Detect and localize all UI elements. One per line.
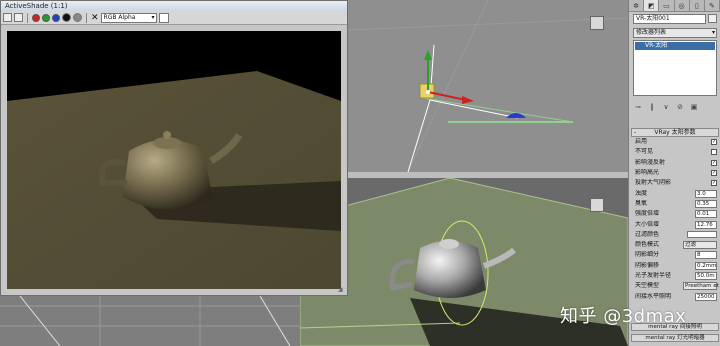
param-checkbox[interactable]: ✓ <box>711 170 717 177</box>
activeshade-toolbar: ✕ RGB Alpha <box>1 11 347 25</box>
param-spinner[interactable]: 8 <box>695 251 717 260</box>
mono-display-icon[interactable] <box>73 13 82 22</box>
param-row: 阴影细分 8 <box>631 250 719 260</box>
left-bottom-viewport[interactable] <box>0 296 300 346</box>
param-spinner[interactable]: 3.0 <box>695 189 717 198</box>
param-color-swatch[interactable] <box>687 231 717 239</box>
teapot-body <box>414 240 486 298</box>
object-name-field[interactable]: VR-太阳001 <box>633 14 706 24</box>
activeshade-window[interactable]: ActiveShade (1:1) ✕ RGB Alpha ▾ ◢ <box>0 0 348 296</box>
watermark: 知乎 @3dmax <box>560 306 687 327</box>
copy-icon[interactable] <box>14 13 23 22</box>
param-label: 大小倍增 <box>635 220 660 228</box>
param-spinner[interactable]: 50.0m <box>695 272 717 280</box>
activeshade-render <box>7 31 341 289</box>
modify-tab[interactable]: ◩ <box>644 0 660 11</box>
param-label: 天空模型 <box>635 282 660 290</box>
param-label: 投射大气阴影 <box>635 179 672 187</box>
rollout-mr-shader[interactable]: mental ray 灯光明暗器 <box>631 334 719 342</box>
vray-sun-rollout: VRay 太阳参数 启用✓不可见影响漫反射✓影响高光✓投射大气阴影✓浊度3.0臭… <box>631 128 719 302</box>
command-panel-tabs: ✲ ◩ ▭ ◎ ▯ ✎ <box>629 0 720 12</box>
param-row: 间接水平照明 25000 <box>631 291 719 301</box>
param-label: 间接水平照明 <box>635 292 672 300</box>
top-viewport-scene <box>348 0 628 172</box>
stack-toolbar: ⊸ ‖ ∨ ⊘ ▣ <box>633 102 717 112</box>
pin-stack-icon[interactable]: ⊸ <box>633 102 643 112</box>
param-row: 光子发射半径 50.0m <box>631 271 719 281</box>
param-dropdown[interactable]: 过滤 <box>683 241 717 250</box>
display-tab[interactable]: ▯ <box>690 0 705 11</box>
param-label: 影响高光 <box>635 169 660 177</box>
hierarchy-tab[interactable]: ▭ <box>659 0 675 11</box>
param-label: 阴影偏移 <box>635 261 660 269</box>
object-name-row: VR-太阳001 <box>633 14 717 24</box>
clear-icon[interactable]: ✕ <box>91 13 99 23</box>
background-color-swatch[interactable] <box>158 12 169 23</box>
show-end-result-icon[interactable]: ‖ <box>647 102 657 112</box>
param-row: 大小倍增 12.76 <box>631 219 719 229</box>
modifier-stack: VR-太阳 <box>633 40 717 96</box>
param-row: 不可见 <box>631 147 719 157</box>
param-label: 光子发射半径 <box>635 272 672 279</box>
param-label: 臭氧 <box>635 199 648 207</box>
command-panel: ✲ ◩ ▭ ◎ ▯ ✎ VR-太阳001 修改器列表 VR-太阳 ⊸ ‖ ∨ ⊘… <box>628 0 720 346</box>
param-row: 颜色模式 过滤 <box>631 240 719 250</box>
blue-channel-toggle[interactable] <box>52 13 60 22</box>
param-checkbox[interactable]: ✓ <box>711 180 717 187</box>
viewcube-top[interactable] <box>590 16 604 30</box>
param-row: 影响漫反射 ✓ <box>631 158 719 168</box>
toolbar-separator <box>27 12 28 23</box>
param-spinner[interactable]: 0.2mm <box>695 261 717 270</box>
param-row: 过滤颜色 <box>631 230 719 240</box>
param-label: 阴影细分 <box>635 251 660 259</box>
left-bottom-viewport-grid <box>0 296 300 346</box>
param-dropdown[interactable]: Preetham et <box>683 282 719 291</box>
create-tab[interactable]: ✲ <box>629 0 645 11</box>
param-row: 投射大气阴影 ✓ <box>631 178 719 188</box>
param-spinner[interactable]: 25000 <box>695 292 717 301</box>
param-checkbox[interactable]: ✓ <box>711 159 717 166</box>
render-scene <box>7 31 341 289</box>
param-checkbox[interactable] <box>711 149 717 156</box>
red-channel-toggle[interactable] <box>32 13 40 22</box>
param-spinner[interactable]: 0.35 <box>695 199 717 208</box>
save-icon[interactable] <box>3 13 12 22</box>
make-unique-icon[interactable]: ∨ <box>661 102 671 112</box>
param-label: 影响漫反射 <box>635 158 666 166</box>
resize-grip-icon[interactable]: ◢ <box>338 286 346 294</box>
configure-sets-icon[interactable]: ▣ <box>689 102 699 112</box>
param-row: 臭氧 0.35 <box>631 199 719 209</box>
param-row: 影响高光 ✓ <box>631 168 719 178</box>
param-label: 强度倍增 <box>635 210 660 218</box>
alpha-display-icon[interactable] <box>62 13 71 22</box>
activeshade-title[interactable]: ActiveShade (1:1) <box>1 1 347 11</box>
param-row: 浊度 3.0 <box>631 188 719 198</box>
utilities-tab[interactable]: ✎ <box>705 0 720 11</box>
param-label: 不可见 <box>635 148 654 156</box>
param-checkbox[interactable]: ✓ <box>711 139 717 146</box>
stack-item-vray-sun[interactable]: VR-太阳 <box>635 42 715 50</box>
param-row: 阴影偏移 0.2mm <box>631 261 719 271</box>
param-spinner[interactable]: 0.01 <box>695 210 717 219</box>
top-viewport[interactable] <box>348 0 628 172</box>
param-row: 强度倍增 0.01 <box>631 209 719 219</box>
param-row: 启用 ✓ <box>631 137 719 147</box>
param-row: 天空模型 Preetham et <box>631 281 719 291</box>
vray-sun-parameters: 启用 ✓ 不可见影响漫反射 ✓ 影响高光 ✓ 投射大气阴影 ✓ 浊度 3.0 臭氧 0.35 强度倍增 0… <box>631 137 719 302</box>
channel-select[interactable]: RGB Alpha <box>100 12 157 23</box>
object-color-swatch[interactable] <box>708 14 717 23</box>
param-spinner[interactable]: 12.76 <box>695 220 717 229</box>
rendered-teapot <box>123 139 213 210</box>
viewcube-bottom[interactable] <box>590 198 604 212</box>
remove-modifier-icon[interactable]: ⊘ <box>675 102 685 112</box>
rollout-header[interactable]: VRay 太阳参数 <box>631 128 719 137</box>
param-label: 浊度 <box>635 189 648 197</box>
green-channel-toggle[interactable] <box>42 13 50 22</box>
param-label: 颜色模式 <box>635 241 660 249</box>
param-label: 启用 <box>635 138 648 146</box>
param-label: 过滤颜色 <box>635 230 660 238</box>
motion-tab[interactable]: ◎ <box>675 0 690 11</box>
modifier-list-dropdown[interactable]: 修改器列表 <box>633 28 717 38</box>
